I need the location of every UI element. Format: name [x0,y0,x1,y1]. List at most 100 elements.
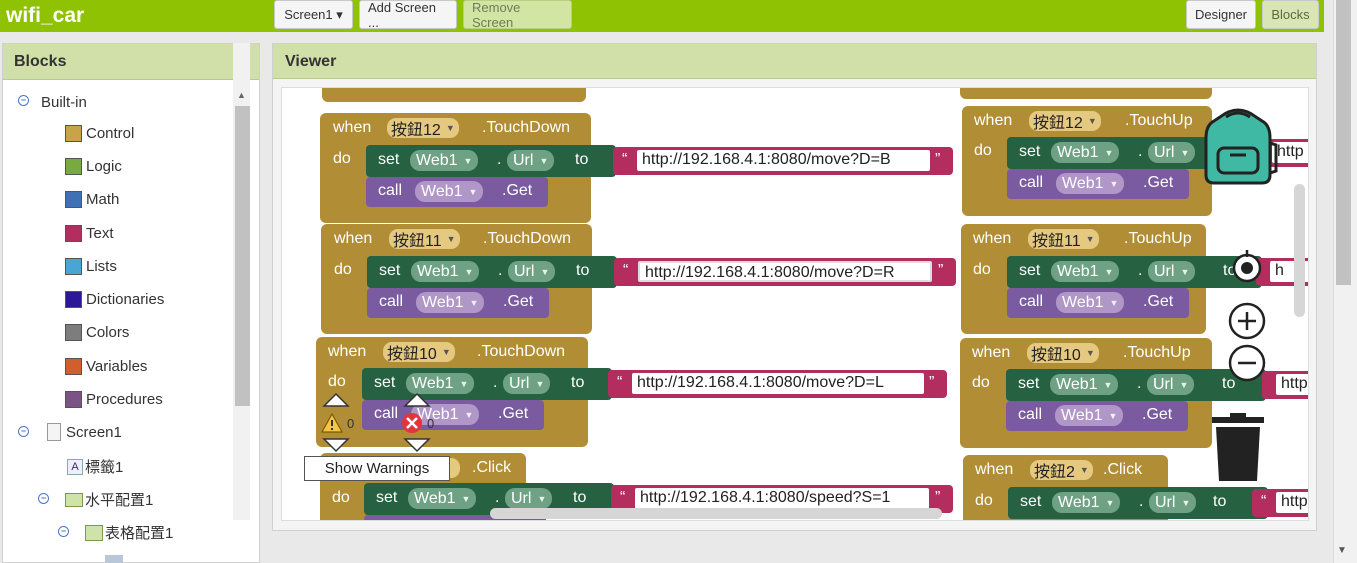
text-string-block[interactable]: “ http://192.168.4.1:8080/move?D=L ” [608,370,947,398]
blocks-tree: − Built-in Control Logic Math Text Lists… [3,81,235,563]
component-dropdown[interactable]: 按鈕10 ▼ [1027,343,1099,364]
dropdown-arrow-icon: ▼ [1180,147,1190,158]
scroll-down-arrow-icon[interactable]: ▼ [1337,545,1347,556]
dropdown-arrow-icon: ▼ [469,297,479,308]
component-dropdown[interactable]: Web1 ▼ [1056,173,1125,194]
call-get-block[interactable]: call Web1 ▼ .Get [366,177,548,207]
component-dropdown[interactable]: 按鈕2 ▼ [1030,460,1093,481]
show-warnings-button[interactable]: Show Warnings [304,456,450,481]
component-dropdown[interactable]: Web1 ▼ [411,261,480,282]
property-dropdown[interactable]: Url ▼ [508,261,556,282]
errors-up-arrow-icon[interactable] [403,392,431,408]
component-dropdown[interactable]: 按鈕11 ▼ [389,229,460,250]
remove-screen-button[interactable]: Remove Screen [463,0,572,30]
errors-down-arrow-icon[interactable] [403,437,431,453]
component-dropdown[interactable]: Web1 ▼ [1056,292,1125,313]
tree-item-label1[interactable]: A 標籤1 [67,456,123,477]
component-dropdown[interactable]: Web1 ▼ [1055,405,1124,426]
add-screen-button[interactable]: Add Screen ... [359,0,457,30]
warnings-down-arrow-icon[interactable] [322,437,350,453]
workspace-vertical-scrollbar[interactable] [1294,184,1305,317]
viewer-title: Viewer [273,44,1316,79]
dropdown-arrow-icon: ▼ [1179,379,1189,390]
tree-item-colors[interactable]: Colors [65,324,129,341]
text-string-block[interactable]: “ http [1252,489,1308,517]
set-url-block[interactable]: set Web1 ▼ . Url ▼ to [367,256,617,288]
property-dropdown[interactable]: Url ▼ [1149,492,1197,513]
property-dropdown[interactable]: Url ▼ [505,488,553,509]
tree-item-control[interactable]: Control [65,125,134,142]
call-get-block[interactable]: call Web1 ▼ .Get [1006,401,1188,431]
partial-event-block[interactable] [322,88,586,102]
tree-item-builtin[interactable]: Built-in [41,94,87,111]
property-dropdown[interactable]: Url ▼ [1148,142,1196,163]
component-dropdown[interactable]: 按鈕10 ▼ [383,342,455,363]
dropdown-arrow-icon: ▼ [1104,147,1114,158]
tree-scrollbar-thumb[interactable] [235,106,250,406]
component-dropdown[interactable]: Web1 ▼ [415,181,484,202]
component-dropdown[interactable]: Web1 ▼ [416,292,485,313]
property-dropdown[interactable]: Url ▼ [507,150,555,171]
tree-item-tablelayout1[interactable]: 表格配置1 [85,522,173,543]
property-dropdown[interactable]: Url ▼ [503,373,551,394]
component-dropdown[interactable]: 按鈕12 ▼ [1029,111,1101,132]
recenter-icon[interactable] [1229,248,1265,284]
property-dropdown[interactable]: Url ▼ [1147,374,1195,395]
zoom-in-icon[interactable] [1227,301,1267,341]
component-dropdown[interactable]: Web1 ▼ [1052,492,1121,513]
blocks-button[interactable]: Blocks [1262,0,1319,29]
component-dropdown[interactable]: 按鈕11 ▼ [1028,229,1099,250]
tree-item-variables[interactable]: Variables [65,358,147,375]
property-dropdown[interactable]: Url ▼ [1148,261,1196,282]
dropdown-arrow-icon: ▼ [464,266,474,277]
tree-item-logic[interactable]: Logic [65,158,122,175]
collapse-hlayout-icon[interactable]: − [38,493,49,504]
dropdown-arrow-icon: ▼ [537,493,547,504]
tree-item-screen1[interactable]: Screen1 [47,423,122,441]
workspace-horizontal-scrollbar[interactable] [490,508,942,519]
text-string-block[interactable]: “ http://192.168.4.1:8080/move?D=B ” [613,147,953,175]
warnings-up-arrow-icon[interactable] [322,392,350,408]
component-dropdown[interactable]: Web1 ▼ [408,488,477,509]
tree-scroll-up-icon[interactable]: ▲ [237,90,246,100]
window-scrollbar-thumb[interactable] [1336,0,1351,285]
call-get-block[interactable]: call Web1 ▼ .Get [362,400,544,430]
collapse-table-layout-icon[interactable]: − [58,526,69,537]
blocks-panel-title: Blocks [3,44,259,80]
text-string-block[interactable]: http [1262,371,1308,399]
component-dropdown[interactable]: 按鈕12 ▼ [387,118,459,139]
tree-item-dictionaries[interactable]: Dictionaries [65,291,164,308]
call-get-block[interactable]: call Web1 ▼ .Get [1007,288,1189,318]
math-swatch-icon [65,191,82,208]
collapse-builtin-icon[interactable]: − [18,95,29,106]
component-dropdown[interactable]: Web1 ▼ [1050,374,1119,395]
variables-swatch-icon [65,358,82,375]
screen-select-button[interactable]: Screen1 ▾ [274,0,353,29]
tree-item-hlayout1[interactable]: 水平配置1 [65,489,153,510]
backpack-icon[interactable] [1198,103,1278,188]
blocks-panel: Blocks − Built-in Control Logic Math Tex… [2,43,260,563]
project-title: wifi_car [6,4,85,27]
collapse-screen-icon[interactable]: − [18,426,29,437]
set-url-block[interactable]: set Web1 ▼ . Url ▼ to [1008,487,1268,519]
tree-item-math[interactable]: Math [65,191,119,208]
set-url-block[interactable]: set Web1 ▼ . Url ▼ to [366,145,616,177]
component-dropdown[interactable]: Web1 ▼ [410,150,479,171]
partial-event-block[interactable] [960,88,1212,99]
component-dropdown[interactable]: Web1 ▼ [1051,142,1120,163]
trash-icon[interactable] [1210,413,1266,483]
tree-item-lists[interactable]: Lists [65,258,117,275]
designer-button[interactable]: Designer [1186,0,1256,29]
tree-item-procedures[interactable]: Procedures [65,391,163,408]
zoom-out-icon[interactable] [1227,343,1267,383]
tree-item-text[interactable]: Text [65,225,114,242]
component-dropdown[interactable]: Web1 ▼ [406,373,475,394]
call-get-block[interactable]: call Web1 ▼ .Get [367,288,549,318]
dropdown-arrow-icon: ▼ [1103,379,1113,390]
set-url-block[interactable]: set Web1 ▼ . Url ▼ to [1007,256,1262,288]
set-url-block[interactable]: set Web1 ▼ . Url ▼ to [362,368,612,400]
text-string-block[interactable]: “ http://192.168.4.1:8080/move?D=R ” [614,258,956,286]
component-dropdown[interactable]: Web1 ▼ [1051,261,1120,282]
dropdown-arrow-icon: ▼ [1181,497,1191,508]
call-get-block[interactable]: call Web1 ▼ .Get [1007,169,1189,199]
